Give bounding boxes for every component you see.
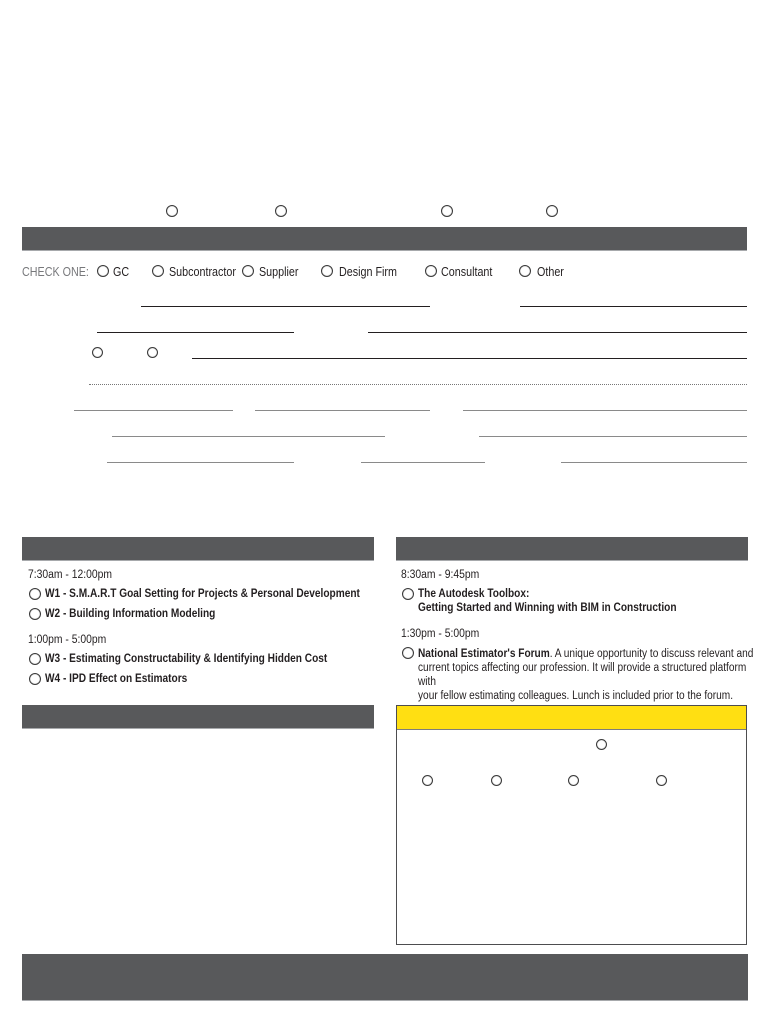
- top-option-3-radio[interactable]: [441, 205, 453, 217]
- form-field-line[interactable]: [255, 410, 430, 411]
- form-field-line[interactable]: [520, 306, 747, 307]
- company-type-design-firm-radio[interactable]: [321, 265, 333, 277]
- form-field-line[interactable]: [361, 462, 485, 463]
- payment-box: [396, 705, 747, 945]
- sessions-section-header: [396, 537, 748, 561]
- lower-left-section-header: [22, 705, 374, 729]
- footer-bar: [22, 954, 748, 1001]
- company-type-consultant-radio[interactable]: [425, 265, 437, 277]
- payment-option-1-radio[interactable]: [422, 775, 433, 786]
- company-type-subcontractor-label: Subcontractor: [169, 265, 236, 279]
- forum-session-radio[interactable]: [402, 647, 414, 659]
- form-field-line[interactable]: [112, 436, 385, 437]
- workshop-w3-radio[interactable]: [29, 653, 41, 665]
- autodesk-session-title: The Autodesk Toolbox:: [418, 588, 530, 600]
- form-field-line[interactable]: [74, 410, 233, 411]
- workshop-w1-radio[interactable]: [29, 588, 41, 600]
- workshop-w1-label: W1 - S.M.A.R.T Goal Setting for Projects…: [45, 588, 360, 600]
- forum-desc-line1: . A unique opportunity to discuss releva…: [549, 648, 754, 660]
- form-field-line[interactable]: [561, 462, 747, 463]
- company-type-design-firm-label: Design Firm: [339, 265, 397, 279]
- company-type-supplier-radio[interactable]: [242, 265, 254, 277]
- form-field-line[interactable]: [89, 384, 747, 385]
- workshop-w4-label: W4 - IPD Effect on Estimators: [45, 673, 188, 685]
- workshop-w3-label: W3 - Estimating Constructability & Ident…: [45, 653, 328, 665]
- company-type-other-label: Other: [537, 265, 564, 279]
- forum-session-description: National Estimator's Forum. A unique opp…: [418, 647, 761, 703]
- workshops-morning-time: 7:30am - 12:00pm: [28, 569, 113, 581]
- form-field-line[interactable]: [368, 332, 747, 333]
- form-field-line[interactable]: [192, 358, 747, 359]
- forum-desc-line3: your fellow estimating colleagues. Lunch…: [418, 690, 734, 702]
- payment-option-3-radio[interactable]: [568, 775, 579, 786]
- form-field-line[interactable]: [479, 436, 747, 437]
- forum-title: National Estimator's Forum: [418, 648, 550, 660]
- inline-option-2-radio[interactable]: [147, 347, 158, 358]
- check-one-label: CHECK ONE:: [22, 265, 89, 279]
- autodesk-session-radio[interactable]: [402, 588, 414, 600]
- autodesk-session-subtitle: Getting Started and Winning with BIM in …: [418, 602, 677, 614]
- company-type-subcontractor-radio[interactable]: [152, 265, 164, 277]
- registration-section-header: [22, 227, 747, 251]
- form-field-line[interactable]: [107, 462, 294, 463]
- payment-box-header: [397, 706, 746, 730]
- payment-option-top-radio[interactable]: [596, 739, 607, 750]
- top-option-1-radio[interactable]: [166, 205, 178, 217]
- workshop-w4-radio[interactable]: [29, 673, 41, 685]
- form-field-line[interactable]: [97, 332, 294, 333]
- company-type-supplier-label: Supplier: [259, 265, 299, 279]
- company-type-gc-radio[interactable]: [97, 265, 109, 277]
- form-field-line[interactable]: [463, 410, 747, 411]
- inline-option-1-radio[interactable]: [92, 347, 103, 358]
- payment-option-4-radio[interactable]: [656, 775, 667, 786]
- workshops-section-header: [22, 537, 374, 561]
- forum-desc-line2: current topics affecting our profession.…: [418, 662, 747, 688]
- top-option-4-radio[interactable]: [546, 205, 558, 217]
- sessions-afternoon-time: 1:30pm - 5:00pm: [401, 628, 480, 640]
- company-type-other-radio[interactable]: [519, 265, 531, 277]
- payment-option-2-radio[interactable]: [491, 775, 502, 786]
- workshop-w2-label: W2 - Building Information Modeling: [45, 608, 216, 620]
- sessions-morning-time: 8:30am - 9:45pm: [401, 569, 480, 581]
- workshop-w2-radio[interactable]: [29, 608, 41, 620]
- company-type-gc-label: GC: [113, 265, 130, 279]
- company-type-consultant-label: Consultant: [441, 265, 493, 279]
- top-option-2-radio[interactable]: [275, 205, 287, 217]
- form-field-line[interactable]: [141, 306, 430, 307]
- workshops-afternoon-time: 1:00pm - 5:00pm: [28, 634, 107, 646]
